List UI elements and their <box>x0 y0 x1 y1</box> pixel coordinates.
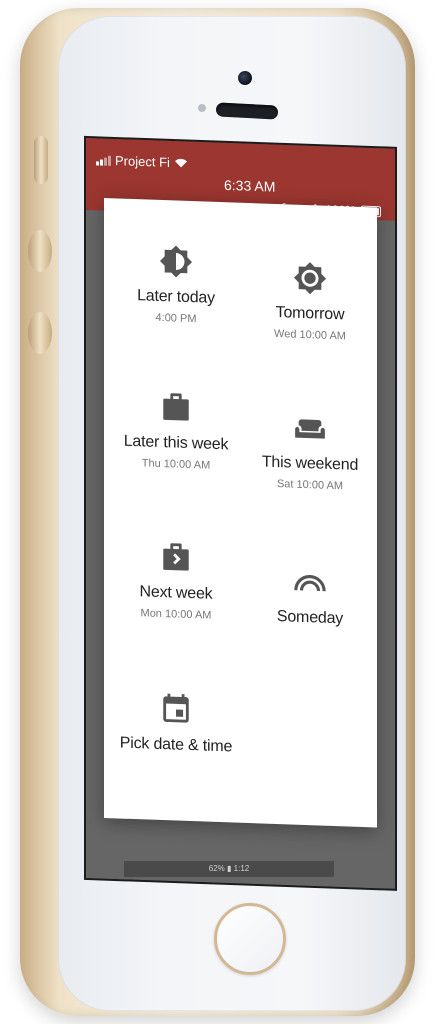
option-label: Next week <box>139 583 213 603</box>
snooze-later-today[interactable]: Later today 4:00 PM <box>108 242 244 327</box>
volume-up-button <box>28 230 52 272</box>
snooze-later-this-week[interactable]: Later this week Thu 10:00 AM <box>108 388 244 473</box>
snooze-this-weekend[interactable]: This weekend Sat 10:00 AM <box>242 409 378 494</box>
option-time: 4:00 PM <box>155 311 197 326</box>
briefcase-next-icon <box>163 543 189 571</box>
option-label: Tomorrow <box>275 303 345 324</box>
front-camera <box>238 71 252 85</box>
couch-icon <box>295 419 325 439</box>
option-label: Someday <box>276 608 344 628</box>
rainbow-icon <box>294 574 326 592</box>
option-label: Pick date & time <box>119 734 233 756</box>
nav-strip: 62% ▮ 1:12 <box>124 860 334 877</box>
brightness-half-icon <box>159 245 193 278</box>
option-label: Later this week <box>123 432 229 454</box>
briefcase-icon <box>163 393 189 421</box>
option-label: Later today <box>137 287 215 307</box>
option-time: Thu 10:00 AM <box>141 457 211 472</box>
status-time: 6:33 AM <box>224 176 276 195</box>
signal-icon <box>96 155 111 166</box>
volume-down-button <box>28 312 52 354</box>
option-time: Wed 10:00 AM <box>274 327 346 343</box>
option-label: This weekend <box>261 453 359 474</box>
snooze-next-week[interactable]: Next week Mon 10:00 AM <box>108 538 244 623</box>
home-button[interactable] <box>214 903 286 975</box>
snooze-tomorrow[interactable]: Tomorrow Wed 10:00 AM <box>242 259 378 344</box>
mute-switch <box>34 136 48 184</box>
option-time: Mon 10:00 AM <box>140 607 212 622</box>
carrier-name: Project Fi <box>115 153 170 170</box>
wifi-icon <box>174 158 187 168</box>
calendar-icon <box>163 693 189 723</box>
snooze-pick-date-time[interactable]: Pick date & time <box>108 690 244 757</box>
proximity-sensor <box>198 104 206 112</box>
option-time: Sat 10:00 AM <box>276 478 344 493</box>
snooze-menu: Later today 4:00 PM Tomorrow Wed 10:00 A… <box>104 198 377 828</box>
sun-icon <box>293 262 327 295</box>
snooze-someday[interactable]: Someday <box>242 563 378 630</box>
